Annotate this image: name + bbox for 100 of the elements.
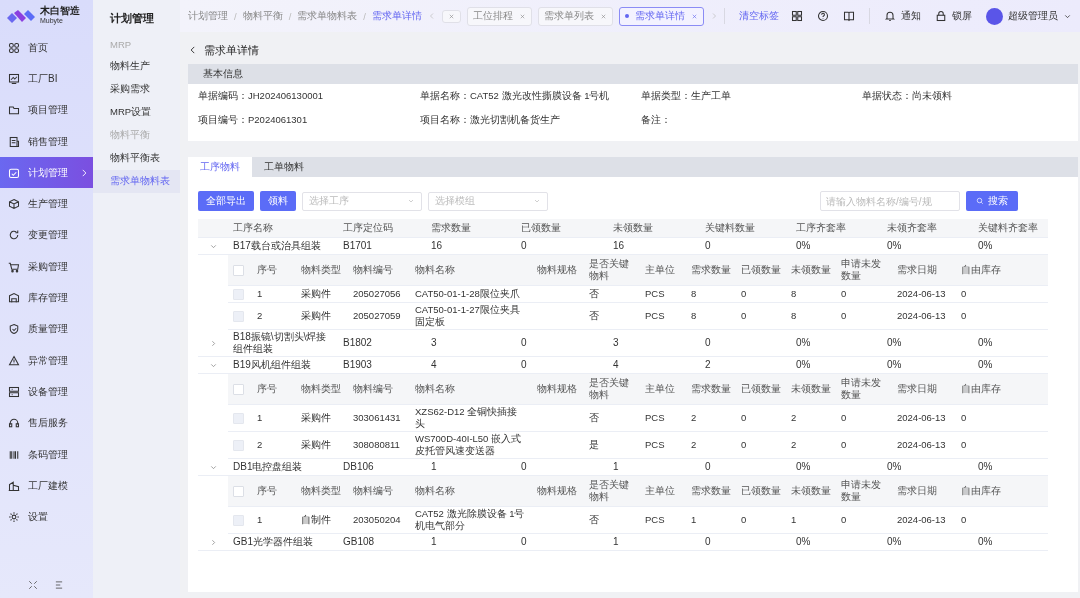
cube-icon <box>8 198 20 211</box>
column-header: 物料类型 <box>300 484 342 498</box>
column-header: 未领数量 <box>790 382 832 396</box>
column-header: 需求数量 <box>690 382 732 396</box>
page-title: 需求单详情 <box>204 42 259 58</box>
table-cell-text: 0 <box>520 239 528 253</box>
table-cell-text: 303061431 <box>352 411 402 425</box>
clear-tabs-link[interactable]: 清空标签 <box>738 9 779 23</box>
submenu-item[interactable]: 需求单物料表 <box>93 170 180 193</box>
chevron-left-icon <box>427 11 436 20</box>
page-tab[interactable]: 工位排程 <box>466 6 532 26</box>
table-cell-text: WS700D-40I-L50 嵌入式皮托管风速变送器 <box>414 432 523 458</box>
table-cell-text: PCS <box>644 309 666 323</box>
column-header: 自由库存 <box>960 263 1002 277</box>
pick-button[interactable]: 领料 <box>260 191 296 211</box>
column-header: 主单位 <box>644 484 676 498</box>
sidebar-item[interactable]: 计划管理 <box>0 157 93 189</box>
page-tab[interactable] <box>441 9 461 23</box>
sidebar-item[interactable]: 生产管理 <box>0 188 93 220</box>
column-header: 物料规格 <box>536 484 578 498</box>
submenu-group-title: 物料平衡 <box>109 128 151 142</box>
table-cell-text: 0 <box>704 460 712 474</box>
column-header: 已领数量 <box>740 484 782 498</box>
info-field: 单据类型：生产工单 <box>641 90 862 103</box>
box-icon <box>8 292 20 304</box>
column-header: 未领数量 <box>612 221 654 235</box>
cart-icon <box>8 260 20 273</box>
column-header: 物料编号 <box>352 263 394 277</box>
building-icon <box>8 479 20 492</box>
column-header: 需求日期 <box>896 382 938 396</box>
column-header: 需求数量 <box>690 263 732 277</box>
table-cell-text: 0 <box>740 513 748 527</box>
table-cell-text: 0% <box>886 336 903 350</box>
page-tab[interactable]: 需求单详情 <box>618 6 704 26</box>
lock-screen-button[interactable]: 锁屏 <box>935 9 972 23</box>
column-header: 自由库存 <box>960 382 1002 396</box>
sidebar-item[interactable]: 异常管理 <box>0 344 93 377</box>
table-cell-text: 8 <box>790 309 798 323</box>
sidebar-item[interactable]: 工厂建模 <box>0 470 93 502</box>
checkbox[interactable] <box>233 383 244 395</box>
breadcrumb-item[interactable]: 需求单详情 <box>371 9 422 23</box>
table-cell-text: 0 <box>960 438 968 452</box>
detail-tab[interactable]: 工序物料 <box>188 157 252 177</box>
page-tab[interactable]: 需求单列表 <box>537 6 613 26</box>
checkbox[interactable] <box>233 485 244 497</box>
table-cell-text: 否 <box>588 513 600 527</box>
submenu-item[interactable]: MRP设置 <box>93 101 180 124</box>
submenu-item[interactable]: 采购需求 <box>93 78 180 101</box>
folder-icon <box>8 104 20 117</box>
sidebar-item[interactable]: 设备管理 <box>0 376 93 408</box>
sidebar-item[interactable]: 条码管理 <box>0 438 93 471</box>
notification-button[interactable]: 通知 <box>884 9 921 23</box>
calendar-icon <box>8 166 20 179</box>
table-cell-text: 1 <box>612 460 620 474</box>
table-cell-text: 否 <box>588 287 600 301</box>
search-icon <box>976 197 984 205</box>
sidebar-item[interactable]: 售后服务 <box>0 407 93 439</box>
sidebar-item[interactable]: 变更管理 <box>0 219 93 252</box>
search-button[interactable]: 搜索 <box>966 191 1018 211</box>
chevron-right-icon <box>79 167 89 178</box>
sidebar-item[interactable]: 设置 <box>0 501 93 533</box>
checkbox[interactable] <box>233 264 244 276</box>
sidebar-item[interactable]: 质量管理 <box>0 313 93 345</box>
close-icon <box>599 12 607 20</box>
column-header: 物料名称 <box>414 484 456 498</box>
table-cell-text: 0 <box>520 358 528 372</box>
table-cell-text: 1 <box>790 513 798 527</box>
warning-icon <box>8 354 20 367</box>
export-button[interactable]: 全部导出 <box>198 191 254 211</box>
table-cell-text: 0% <box>886 460 903 474</box>
table-cell-text: 0% <box>795 336 812 350</box>
table-cell-text: GB108 <box>342 535 376 549</box>
detail-tab[interactable]: 工单物料 <box>252 157 316 177</box>
search-field[interactable]: 请输入物料名称/编号/规 <box>820 191 960 211</box>
table-cell-text: 自制件 <box>300 513 332 527</box>
column-header: 工序齐套率 <box>795 221 847 235</box>
column-header: 物料名称 <box>414 382 456 396</box>
submenu-item[interactable]: 物料平衡表 <box>93 147 180 170</box>
sidebar-item[interactable]: 销售管理 <box>0 125 93 158</box>
table-cell-text: 0% <box>795 460 812 474</box>
info-field: 单据状态：尚未领料 <box>862 90 1068 103</box>
sidebar-item[interactable]: 库存管理 <box>0 282 93 314</box>
column-header: 需求数量 <box>690 484 732 498</box>
document-icon <box>8 135 20 148</box>
table-cell-text: 4 <box>612 358 620 372</box>
table-cell-text: 0 <box>520 336 528 350</box>
sidebar-item[interactable]: 项目管理 <box>0 94 93 126</box>
column-header: 自由库存 <box>960 484 1002 498</box>
table-cell-text: 0% <box>886 358 903 372</box>
column-header: 是否关键物料 <box>588 257 630 283</box>
sidebar-item[interactable]: 首页 <box>0 32 93 64</box>
table-cell-text: 0 <box>840 438 848 452</box>
avatar[interactable] <box>986 7 1003 25</box>
table-cell-text: 1 <box>256 287 264 301</box>
user-name[interactable]: 超级管理员 <box>1008 9 1058 23</box>
submenu-item[interactable]: 物料生产 <box>93 55 180 78</box>
list-icon <box>54 580 64 590</box>
sidebar-item[interactable]: 采购管理 <box>0 251 93 283</box>
table-cell-text: 是 <box>588 438 600 452</box>
sidebar-item[interactable]: 工厂BI <box>0 63 93 95</box>
